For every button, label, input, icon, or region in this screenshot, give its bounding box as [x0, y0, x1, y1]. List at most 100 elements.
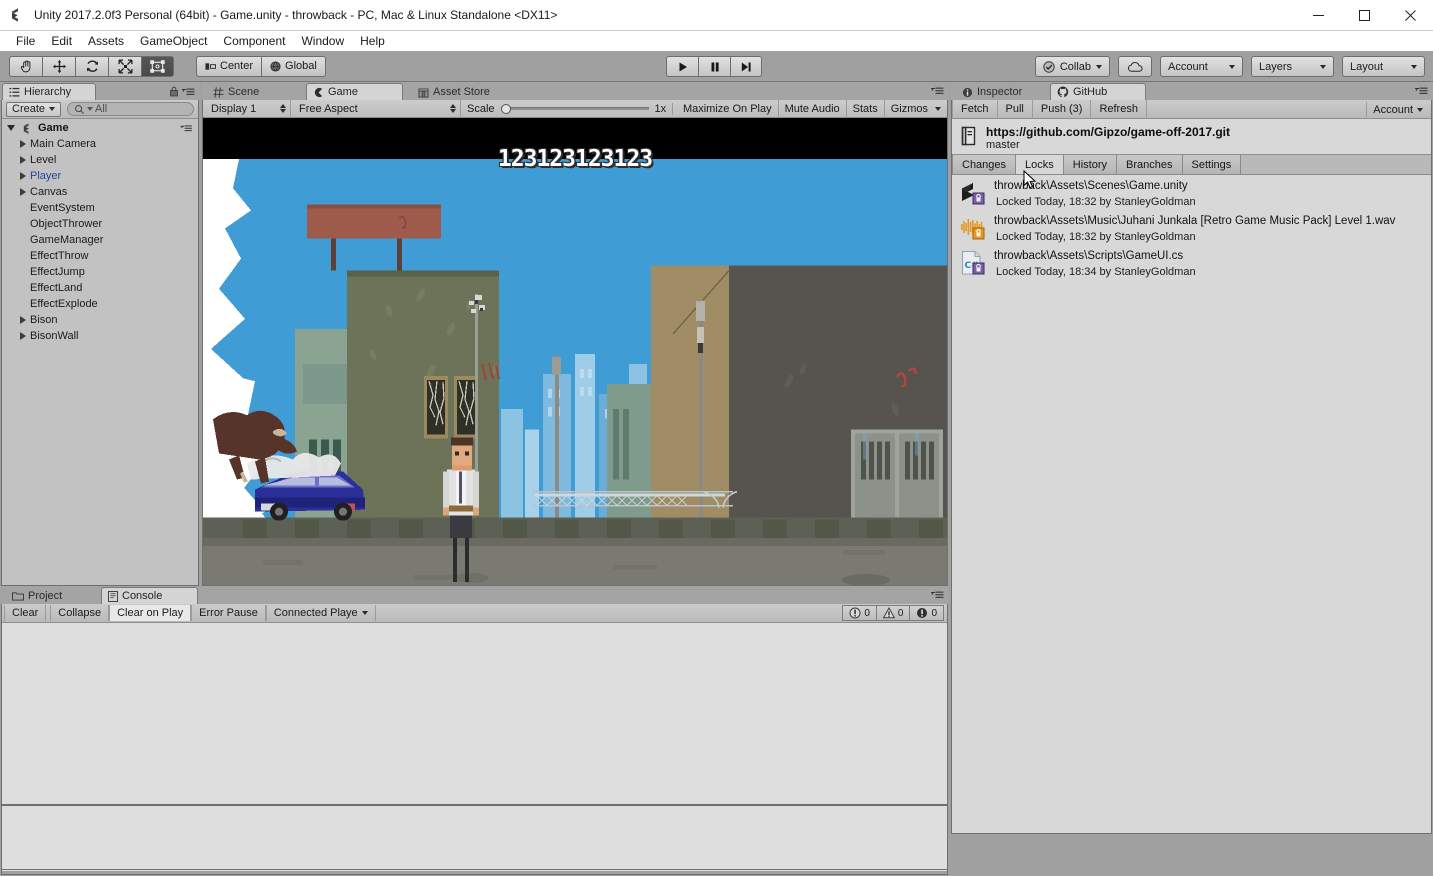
tab-inspector[interactable]: Inspector [956, 84, 1030, 100]
github-tab-controls[interactable] [1414, 86, 1428, 96]
scene-context-menu-icon[interactable] [179, 124, 193, 133]
menu-assets[interactable]: Assets [80, 32, 132, 50]
tab-console[interactable]: Console [101, 587, 198, 604]
chevron-right-icon[interactable] [20, 188, 26, 196]
stats-button[interactable]: Stats [847, 100, 885, 118]
chevron-down-icon[interactable] [7, 125, 15, 131]
console-splitter[interactable] [2, 804, 947, 806]
chevron-right-icon[interactable] [20, 172, 26, 180]
layout-button[interactable]: Layout [1342, 56, 1425, 77]
pull-button[interactable]: Pull [998, 100, 1033, 119]
game-tab-controls[interactable] [930, 86, 944, 96]
console-tab-controls[interactable] [930, 590, 944, 600]
menu-edit[interactable]: Edit [43, 32, 80, 50]
warning-counter[interactable]: 0 [876, 605, 910, 621]
list-item[interactable]: throwback\Assets\Music\Juhani Junkala [R… [952, 211, 1431, 246]
hierarchy-item[interactable]: EffectThrow [2, 248, 198, 264]
hierarchy-item[interactable]: Canvas [2, 184, 198, 200]
scale-control[interactable]: Scale 1x [461, 103, 673, 115]
info-counter[interactable]: 0 [909, 605, 944, 621]
subtab-history[interactable]: History [1064, 155, 1117, 174]
menu-gameobject[interactable]: GameObject [132, 32, 215, 50]
slider-knob[interactable] [501, 104, 511, 114]
hierarchy-item[interactable]: Level [2, 152, 198, 168]
menu-window[interactable]: Window [293, 32, 352, 50]
pivot-mode-button[interactable]: Center [196, 56, 261, 77]
move-tool-button[interactable] [42, 56, 75, 77]
tab-github[interactable]: GitHub [1050, 83, 1146, 100]
services-cloud-button[interactable] [1118, 56, 1152, 77]
hand-tool-button[interactable] [9, 56, 42, 77]
aspect-dropdown[interactable]: Free Aspect [291, 100, 461, 118]
tab-game[interactable]: Game [306, 83, 403, 100]
maximize-on-play-button[interactable]: Maximize On Play [677, 100, 779, 118]
clear-on-play-button[interactable]: Clear on Play [109, 605, 191, 621]
hierarchy-tree[interactable]: Game Main CameraLevelPlayerCanvasEventSy… [2, 120, 198, 585]
hierarchy-item[interactable]: BisonWall [2, 328, 198, 344]
tab-hierarchy[interactable]: Hierarchy [2, 83, 96, 100]
list-item[interactable]: throwback\Assets\Scenes\Game.unity Locke… [952, 176, 1431, 211]
layers-button[interactable]: Layers [1251, 56, 1334, 77]
scale-tool-button[interactable] [108, 56, 141, 77]
hierarchy-item[interactable]: Bison [2, 312, 198, 328]
rect-transform-tool-button[interactable] [141, 56, 174, 77]
menu-help[interactable]: Help [352, 32, 393, 50]
tab-asset-store[interactable]: Asset Store [412, 84, 498, 100]
hierarchy-item[interactable]: Player [2, 168, 198, 184]
account-button[interactable]: Account [1160, 56, 1243, 77]
space-mode-button[interactable]: Global [261, 56, 326, 77]
display-dropdown[interactable]: Display 1 [203, 100, 291, 118]
hierarchy-context-menu-icon[interactable] [181, 87, 195, 100]
menu-component[interactable]: Component [215, 32, 293, 50]
game-render-surface[interactable]: 123123123123 [203, 118, 947, 585]
chevron-down-icon [1417, 108, 1423, 112]
gizmos-button[interactable]: Gizmos [885, 100, 947, 118]
pause-button[interactable] [698, 56, 730, 77]
step-button[interactable] [730, 56, 762, 77]
console-detail-pane[interactable] [2, 807, 947, 870]
chevron-right-icon[interactable] [20, 332, 26, 340]
scale-slider[interactable] [501, 103, 649, 115]
hierarchy-item[interactable]: ObjectThrower [2, 216, 198, 232]
maximize-button[interactable] [1341, 0, 1387, 31]
subtab-locks[interactable]: Locks [1016, 155, 1064, 174]
mute-audio-button[interactable]: Mute Audio [779, 100, 847, 118]
fetch-button[interactable]: Fetch [952, 100, 998, 119]
collapse-button[interactable]: Collapse [50, 605, 109, 621]
collab-button[interactable]: Collab [1035, 56, 1110, 77]
error-pause-button[interactable]: Error Pause [191, 605, 266, 621]
hierarchy-item[interactable]: EffectExplode [2, 296, 198, 312]
subtab-settings[interactable]: Settings [1183, 155, 1242, 174]
hierarchy-item[interactable]: EffectLand [2, 280, 198, 296]
hierarchy-item[interactable]: Main Camera [2, 136, 198, 152]
hierarchy-item[interactable]: EventSystem [2, 200, 198, 216]
create-button[interactable]: Create [6, 102, 61, 117]
hierarchy-scene-root[interactable]: Game [2, 120, 198, 136]
menu-file[interactable]: File [8, 32, 43, 50]
console-message-list[interactable] [2, 623, 947, 804]
hierarchy-item[interactable]: GameManager [2, 232, 198, 248]
list-item[interactable]: C# throwback\Assets\Scripts\GameUI.cs Lo… [952, 246, 1431, 281]
hierarchy-search-input[interactable]: All [67, 102, 194, 116]
connected-player-dropdown[interactable]: Connected Playe [266, 605, 376, 621]
minimize-button[interactable] [1295, 0, 1341, 31]
chevron-right-icon[interactable] [20, 140, 26, 148]
locks-list[interactable]: throwback\Assets\Scenes\Game.unity Locke… [952, 176, 1431, 833]
rotate-tool-button[interactable] [75, 56, 108, 77]
close-button[interactable] [1387, 0, 1433, 31]
tab-scene[interactable]: Scene [207, 84, 267, 100]
chevron-right-icon[interactable] [20, 156, 26, 164]
refresh-button[interactable]: Refresh [1091, 100, 1147, 119]
push-button[interactable]: Push (3) [1033, 100, 1092, 119]
chevron-right-icon[interactable] [20, 316, 26, 324]
play-button[interactable] [666, 56, 698, 77]
chevron-down-icon[interactable] [935, 107, 941, 111]
clear-button[interactable]: Clear [4, 605, 46, 621]
lock-icon[interactable] [169, 86, 179, 100]
tab-project[interactable]: Project [6, 588, 70, 604]
github-account-dropdown[interactable]: Account [1366, 102, 1429, 117]
subtab-changes[interactable]: Changes [952, 155, 1016, 174]
hierarchy-item[interactable]: EffectJump [2, 264, 198, 280]
error-counter[interactable]: 0 [842, 605, 876, 621]
subtab-branches[interactable]: Branches [1117, 155, 1182, 174]
